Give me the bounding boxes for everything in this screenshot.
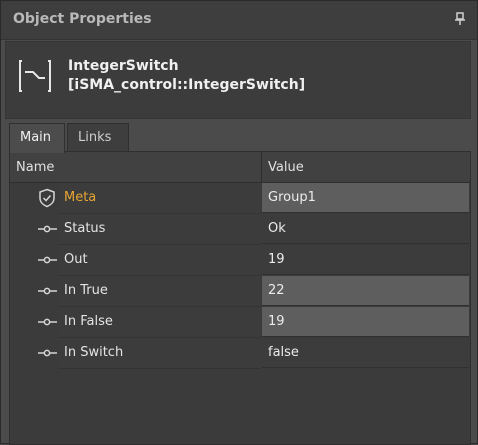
property-label: In Switch [64,345,124,360]
property-label: In False [64,314,113,329]
property-value: Ok [262,214,469,244]
tab-bar: Main Links [9,123,469,153]
column-header-name[interactable]: Name [16,160,54,175]
column-divider[interactable] [261,152,262,182]
property-value: 19 [262,245,469,275]
property-row-in-switch[interactable]: In Switch false [10,338,470,369]
grid-header: Name Value [10,152,470,183]
property-value[interactable]: false [262,338,469,368]
property-label: Out [64,252,88,267]
tab-links[interactable]: Links [67,123,129,151]
property-value-field[interactable]: 19 [262,307,469,337]
property-row-in-true[interactable]: In True 22 [10,276,470,307]
property-row-meta[interactable]: Meta Group1 [10,183,470,214]
panel-titlebar: Object Properties [1,1,477,40]
property-label-cell [58,245,261,276]
slot-icon [38,349,57,357]
property-label: Meta [64,190,97,205]
property-row-status[interactable]: Status Ok [10,214,470,245]
tab-main[interactable]: Main [9,123,65,153]
property-label: In True [64,283,108,298]
object-properties-panel: Object Properties IntegerSwitch [iSMA_co… [0,0,478,445]
slot-icon [38,225,57,233]
object-name: IntegerSwitch [68,58,179,74]
panel-title: Object Properties [13,11,152,27]
pin-icon[interactable] [453,11,467,27]
integer-switch-icon [19,60,51,92]
slot-icon [38,287,57,295]
slot-icon [38,318,57,326]
property-value-field[interactable]: 22 [262,276,469,306]
property-label: Status [64,221,106,236]
column-header-value[interactable]: Value [268,160,304,175]
shield-icon [39,188,55,208]
property-grid: Name Value Meta Group1 Status Ok Out 19 … [9,151,471,445]
object-type: [iSMA_control::IntegerSwitch] [68,77,306,93]
property-row-out[interactable]: Out 19 [10,245,470,276]
object-header: IntegerSwitch [iSMA_control::IntegerSwit… [5,41,471,119]
property-row-in-false[interactable]: In False 19 [10,307,470,338]
slot-icon [38,256,57,264]
property-value-field[interactable]: Group1 [262,183,469,213]
